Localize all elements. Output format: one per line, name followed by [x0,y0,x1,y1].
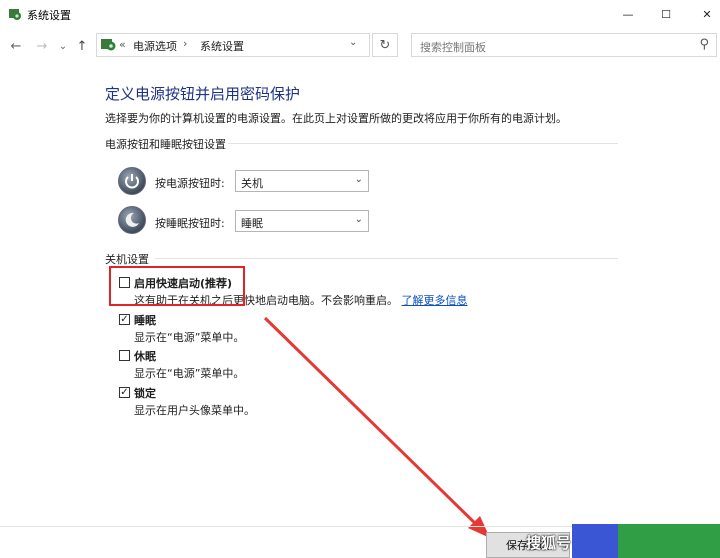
watermark-text: 搜狐号 [526,534,572,552]
annotation-arrow [263,316,490,538]
watermark-background [572,524,618,558]
